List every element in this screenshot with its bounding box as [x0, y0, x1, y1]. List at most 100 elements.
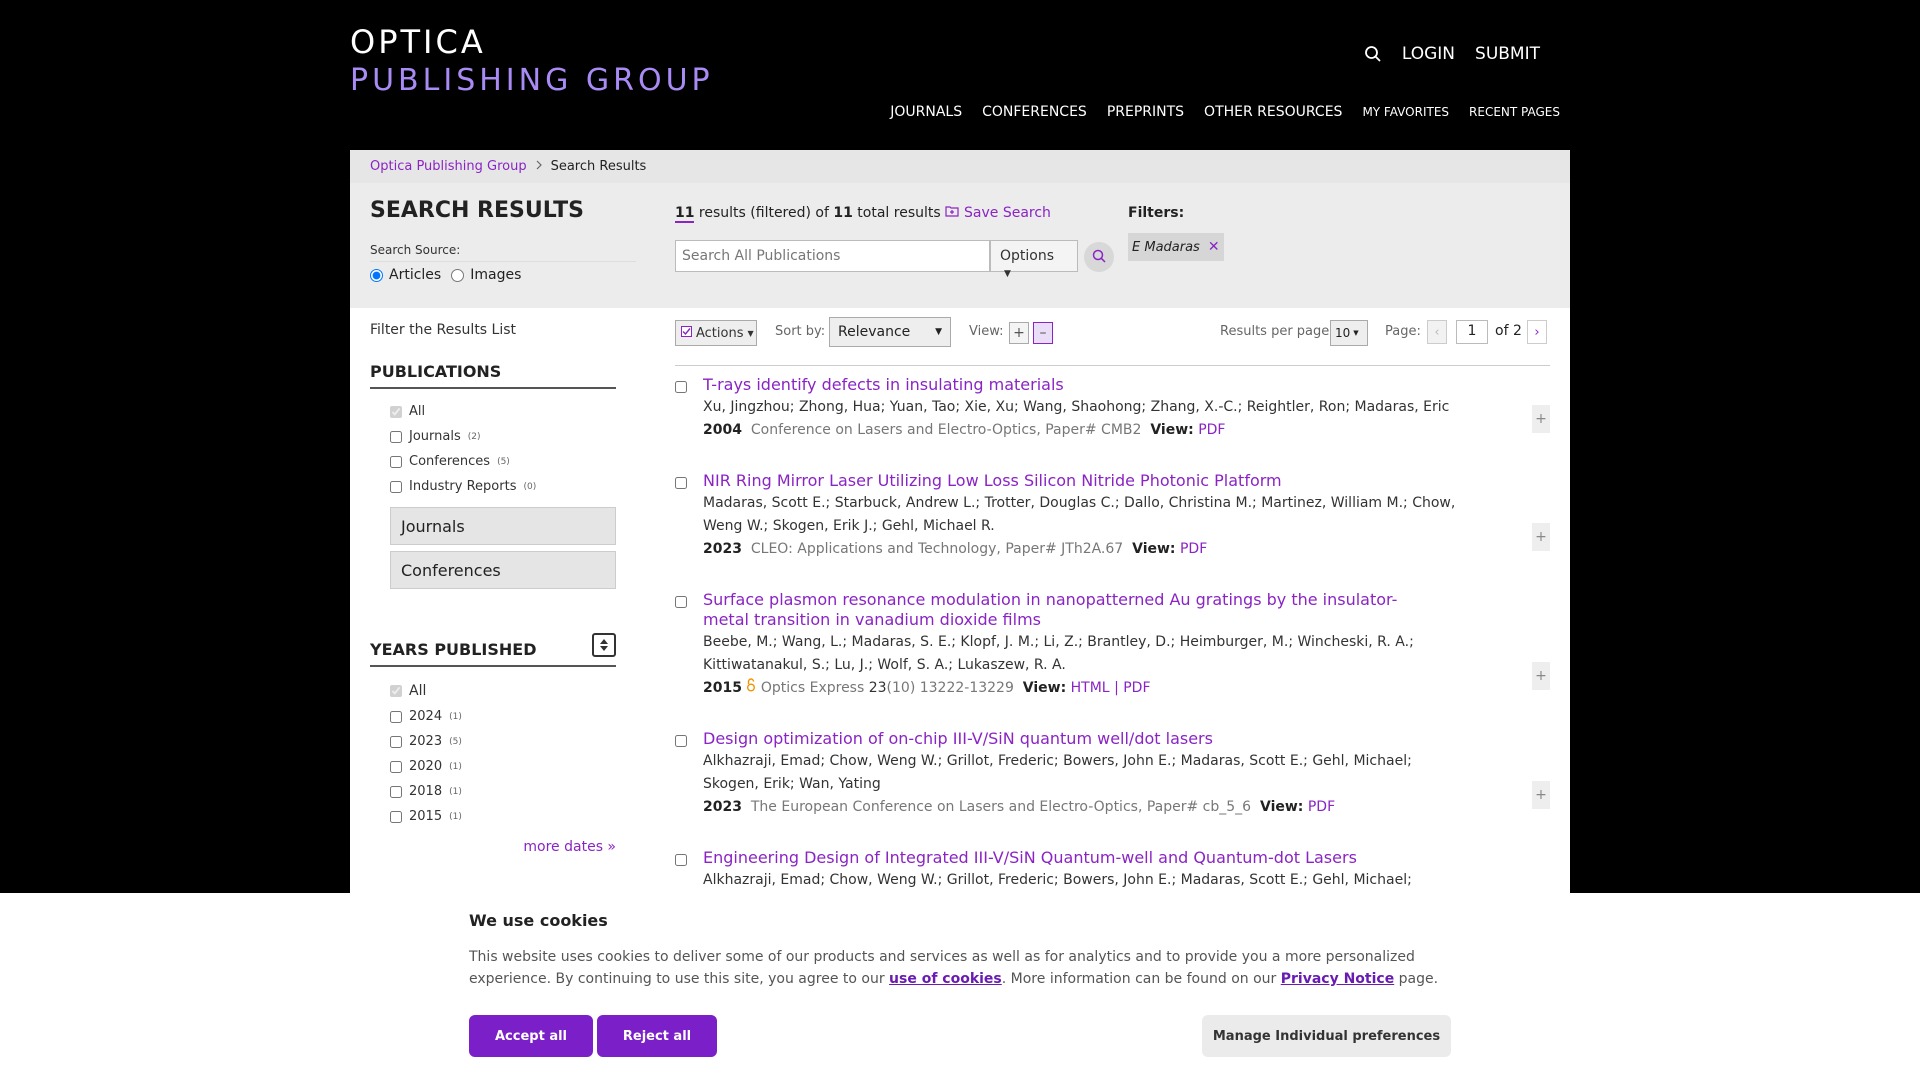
logo-top-text: OPTICA — [350, 23, 486, 61]
page-label: Page: — [1385, 324, 1421, 339]
nav-preprints[interactable]: PREPRINTS — [1107, 104, 1184, 120]
submit-link[interactable]: SUBMIT — [1475, 44, 1540, 64]
result-checkbox[interactable] — [675, 596, 687, 608]
result-checkbox[interactable] — [675, 735, 687, 747]
caret-down-icon: ▼ — [747, 328, 754, 338]
pdf-link[interactable]: PDF — [1308, 799, 1335, 815]
prev-page-button[interactable]: ‹ — [1427, 320, 1447, 344]
html-link[interactable]: HTML — [1071, 680, 1110, 696]
cookie-title: We use cookies — [469, 911, 608, 930]
expand-icon[interactable]: + — [1532, 405, 1550, 433]
filter-item: 2018 (1) — [390, 779, 616, 804]
folder-plus-icon — [945, 205, 959, 221]
year-all-checkbox[interactable] — [390, 684, 402, 697]
view-label: View: — [969, 324, 1004, 339]
expand-icon[interactable]: + — [1532, 662, 1550, 690]
actions-dropdown[interactable]: Actions ▼ — [675, 320, 757, 346]
journals-expander[interactable]: Journals — [390, 507, 616, 545]
caret-down-icon: ▼ — [1353, 329, 1359, 337]
search-options-dropdown[interactable]: Options ▼ — [990, 240, 1078, 279]
result-checkbox[interactable] — [675, 381, 687, 393]
open-access-icon — [746, 678, 760, 696]
pdf-link[interactable]: PDF — [1123, 680, 1150, 696]
page-input[interactable]: 1 — [1456, 320, 1488, 344]
use-of-cookies-link[interactable]: use of cookies — [889, 971, 1002, 987]
site-header: OPTICA PUBLISHING GROUP LOGIN SUBMIT JOU… — [0, 0, 1920, 150]
result-title[interactable]: Surface plasmon resonance modulation in … — [703, 590, 1423, 630]
reject-all-button[interactable]: Reject all — [597, 1015, 717, 1057]
result-year: 2023 — [703, 541, 742, 557]
login-link[interactable]: LOGIN — [1402, 44, 1455, 64]
year-2023-checkbox[interactable] — [390, 735, 402, 748]
search-submit-button[interactable] — [1084, 242, 1114, 272]
pdf-link[interactable]: PDF — [1180, 541, 1207, 557]
save-search-link[interactable]: Save Search — [945, 205, 1051, 221]
view-expand-button[interactable]: + — [1009, 322, 1029, 344]
search-input[interactable]: Search All Publications — [675, 240, 990, 272]
year-2018-checkbox[interactable] — [390, 785, 402, 798]
result-source: The European Conference on Lasers and El… — [750, 799, 1252, 815]
result-checkbox[interactable] — [675, 477, 687, 489]
rpp-label: Results per page: — [1220, 324, 1334, 339]
pub-industry-reports-checkbox[interactable] — [390, 480, 402, 493]
expand-icon[interactable]: + — [1532, 523, 1550, 551]
year-2024-checkbox[interactable] — [390, 710, 402, 723]
result-journal: Optics Express — [760, 680, 869, 696]
breadcrumb-home[interactable]: Optica Publishing Group — [370, 159, 527, 174]
pub-journals-checkbox[interactable] — [390, 430, 402, 443]
result-meta: 2023 The European Conference on Lasers a… — [703, 796, 1550, 819]
filter-count: (1) — [449, 761, 462, 772]
more-dates-link[interactable]: more dates » — [370, 839, 616, 855]
view-collapse-button[interactable]: – — [1033, 322, 1053, 344]
pub-all-checkbox[interactable] — [390, 405, 402, 418]
accept-all-button[interactable]: Accept all — [469, 1015, 593, 1057]
conferences-expander[interactable]: Conferences — [390, 551, 616, 589]
nav-other-resources[interactable]: OTHER RESOURCES — [1204, 104, 1342, 120]
pub-conferences-checkbox[interactable] — [390, 455, 402, 468]
nav-conferences[interactable]: CONFERENCES — [982, 104, 1087, 120]
search-icon[interactable] — [1364, 45, 1382, 63]
year-2020-checkbox[interactable] — [390, 760, 402, 773]
result-title[interactable]: T-rays identify defects in insulating ma… — [703, 375, 1550, 395]
filter-count: (2) — [467, 431, 481, 442]
year-2015-checkbox[interactable] — [390, 810, 402, 823]
results-per-page-select[interactable]: 10 ▼ — [1330, 320, 1368, 346]
result-volume: 23 — [868, 680, 887, 696]
result-year: 2004 — [703, 422, 742, 438]
cookie-text-part: . More information can be found on our — [1001, 971, 1281, 987]
nav-journals[interactable]: JOURNALS — [890, 104, 962, 120]
next-page-button[interactable]: › — [1527, 320, 1547, 344]
pdf-link[interactable]: PDF — [1198, 422, 1225, 438]
years-heading: YEARS PUBLISHED — [370, 633, 616, 667]
remove-filter-icon[interactable]: ✕ — [1208, 239, 1220, 255]
sort-value: Relevance — [838, 324, 911, 340]
filter-item: 2020 (1) — [390, 754, 616, 779]
sort-select[interactable]: Relevance ▼ — [829, 317, 951, 347]
count-text-total: total results — [852, 205, 941, 221]
result-title[interactable]: Engineering Design of Integrated III-V/S… — [703, 848, 1550, 868]
actions-label: Actions — [696, 325, 744, 341]
filter-count: (1) — [449, 711, 462, 722]
logo-bottom-text: PUBLISHING GROUP — [350, 63, 714, 98]
source-articles-radio[interactable] — [370, 268, 383, 282]
sort-toggle-icon[interactable] — [592, 633, 616, 657]
nav-my-favorites[interactable]: MY FAVORITES — [1362, 105, 1449, 119]
result-authors: Beebe, M.; Wang, L.; Madaras, S. E.; Klo… — [703, 634, 1414, 673]
result-checkbox[interactable] — [675, 854, 687, 866]
filter-label: Industry Reports — [409, 479, 517, 494]
filter-sidebar: Filter the Results List PUBLICATIONS All… — [370, 308, 616, 855]
result-title[interactable]: NIR Ring Mirror Laser Utilizing Low Loss… — [703, 471, 1550, 491]
result-authors: Alkhazraji, Emad; Chow, Weng W.; Grillot… — [703, 753, 1412, 792]
filter-chip: E Madaras ✕ — [1128, 233, 1224, 261]
filter-label: All — [409, 682, 427, 699]
optica-logo[interactable]: OPTICA PUBLISHING GROUP — [350, 26, 714, 98]
search-options-label: Options — [1000, 248, 1055, 264]
expand-icon[interactable]: + — [1532, 781, 1550, 809]
nav-recent-pages[interactable]: RECENT PAGES — [1469, 105, 1560, 119]
result-item: T-rays identify defects in insulating ma… — [675, 375, 1550, 471]
result-title[interactable]: Design optimization of on-chip III-V/SiN… — [703, 729, 1550, 749]
manage-preferences-button[interactable]: Manage Individual preferences — [1202, 1015, 1451, 1057]
privacy-notice-link[interactable]: Privacy Notice — [1281, 971, 1394, 987]
source-images-radio[interactable] — [451, 268, 465, 282]
breadcrumb-current: Search Results — [550, 159, 647, 174]
